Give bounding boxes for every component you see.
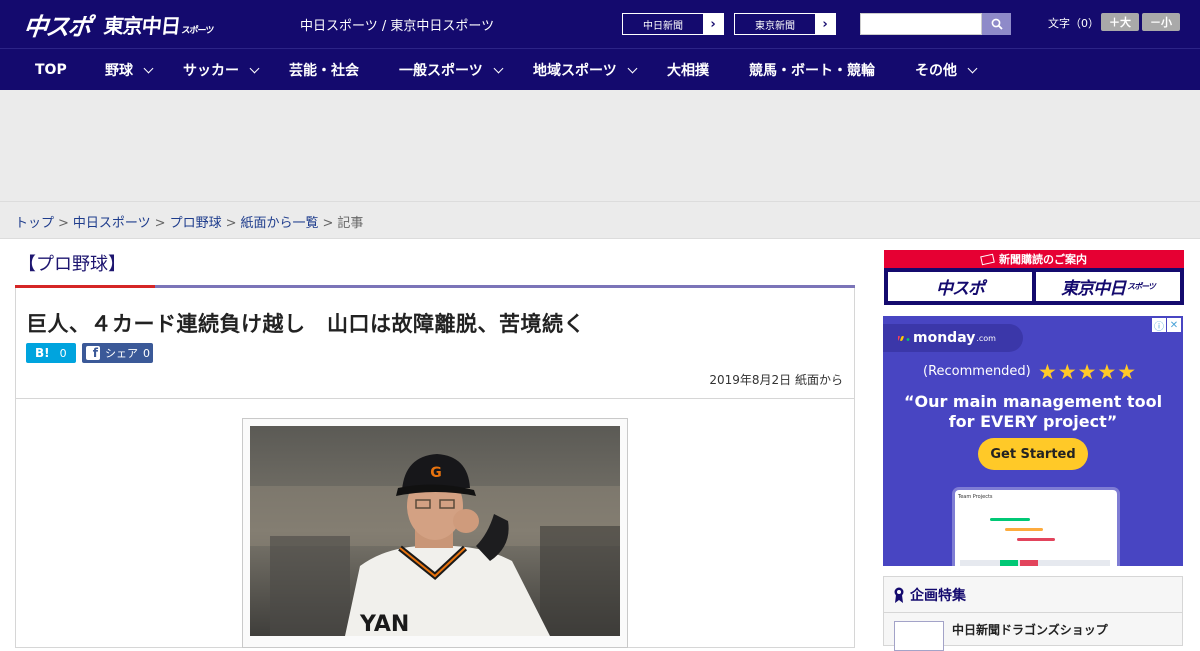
sidebar-advertisement[interactable]: ⓘ ✕ monday .com (Recommended) ★★★★★ “Our … [883, 316, 1183, 566]
main-nav: TOP 野球 サッカー 芸能・社会 一般スポーツ 地域スポーツ 大相撲 競馬・ボ… [0, 48, 1200, 90]
chevron-down-icon [249, 63, 260, 73]
hatena-bookmark-button[interactable]: B! 0 [26, 343, 76, 363]
top-ad-space [0, 90, 1200, 201]
tokyo-shimbun-link[interactable]: 東京新聞 › [734, 13, 836, 35]
breadcrumb-top[interactable]: トップ [15, 216, 54, 231]
subscribe-tokyo-chunichi-link[interactable]: 東京中日 スポーツ [1036, 272, 1180, 301]
nav-item-sumo[interactable]: 大相撲 [667, 49, 709, 91]
nav-item-entertainment[interactable]: 芸能・社会 [289, 49, 359, 91]
site-logo[interactable]: 中スポ 東京中日スポーツ [22, 8, 214, 41]
breadcrumb-bar: トップ > 中日スポーツ > プロ野球 > 紙面から一覧 > 記事 [0, 201, 1200, 239]
monday-logo-icon [898, 336, 910, 341]
breadcrumb-current: 記事 [337, 216, 364, 231]
font-size-label: 文字（0） [1048, 17, 1099, 30]
svg-text:YAN: YAN [359, 612, 409, 636]
hatena-count: 0 [59, 346, 67, 360]
logo-chuspo: 中スポ [22, 12, 92, 41]
article-divider [16, 398, 854, 399]
breadcrumb-chunichi-sports[interactable]: 中日スポーツ [73, 216, 151, 231]
subscription-banner[interactable]: 新聞購読のご案内 中スポ 東京中日 スポーツ [884, 250, 1184, 305]
nav-item-other[interactable]: その他 [915, 49, 978, 91]
logo-tokyo-chunichi: 東京中日スポーツ [102, 13, 214, 38]
article-photo[interactable]: G YAN [250, 426, 620, 636]
nav-item-racing[interactable]: 競馬・ボート・競輪 [749, 49, 875, 91]
font-increase-button[interactable]: ＋大 [1101, 13, 1139, 31]
feature-thumbnail [894, 621, 944, 651]
chevron-right-icon: › [815, 14, 835, 34]
facebook-share-label: シェア [105, 347, 138, 360]
search-button[interactable] [982, 13, 1011, 35]
chevron-right-icon: › [703, 14, 723, 34]
subscription-header: 新聞購読のご案内 [884, 250, 1184, 268]
article-headline: 巨人、４カード連続負け越し 山口は故障離脱、苦境続く [26, 312, 585, 336]
chevron-down-icon [967, 63, 978, 73]
search-icon [991, 18, 1003, 30]
chevron-down-icon [493, 63, 504, 73]
ad-product-screenshot: Team Projects [955, 490, 1117, 566]
ad-quote: “Our main management tool for EVERY proj… [903, 392, 1163, 431]
facebook-share-button[interactable]: f シェア 0 [82, 343, 153, 363]
nav-item-general-sports[interactable]: 一般スポーツ [399, 49, 504, 91]
chevron-down-icon [627, 63, 638, 73]
site-title: 中日スポーツ / 東京中日スポーツ [300, 19, 495, 34]
facebook-icon: f [86, 346, 100, 360]
chunichi-shimbun-link[interactable]: 中日新聞 › [622, 13, 724, 35]
font-decrease-button[interactable]: －小 [1142, 13, 1180, 31]
ad-controls: ⓘ ✕ [1152, 318, 1181, 333]
subscribe-chuspo-link[interactable]: 中スポ [888, 272, 1032, 301]
breadcrumb: トップ > 中日スポーツ > プロ野球 > 紙面から一覧 > 記事 [15, 216, 364, 231]
ad-recommended: (Recommended) [923, 364, 1031, 379]
search-input[interactable] [860, 13, 982, 35]
facebook-share-count: 0 [143, 346, 150, 360]
ribbon-icon [894, 587, 904, 603]
ad-info-icon[interactable]: ⓘ [1152, 318, 1166, 333]
feature-section: 企画特集 中日新聞ドラゴンズショップ [883, 576, 1183, 651]
manager-photo: G YAN [250, 426, 620, 636]
nav-item-local-sports[interactable]: 地域スポーツ [533, 49, 638, 91]
site-header: 中スポ 東京中日スポーツ 中日スポーツ / 東京中日スポーツ 中日新聞 › 東京… [0, 0, 1200, 48]
breadcrumb-pro-baseball[interactable]: プロ野球 [170, 216, 222, 231]
newspaper-icon [980, 253, 995, 265]
feature-item-dragons-shop[interactable]: 中日新聞ドラゴンズショップ [894, 621, 1108, 651]
rating-stars: ★★★★★ [1038, 360, 1138, 384]
svg-text:G: G [430, 465, 442, 481]
get-started-button[interactable]: Get Started [978, 438, 1088, 470]
article-category: 【プロ野球】 [18, 254, 126, 275]
nav-item-baseball[interactable]: 野球 [105, 49, 154, 91]
nav-item-soccer[interactable]: サッカー [183, 49, 260, 91]
article-date: 2019年8月2日 紙面から [709, 373, 843, 387]
feature-header: 企画特集 [884, 577, 1182, 613]
hatena-icon: B! [35, 346, 50, 360]
ad-close-icon[interactable]: ✕ [1167, 318, 1181, 332]
nav-item-top[interactable]: TOP [35, 49, 67, 91]
chevron-down-icon [143, 63, 154, 73]
breadcrumb-paper-list[interactable]: 紙面から一覧 [241, 216, 319, 231]
